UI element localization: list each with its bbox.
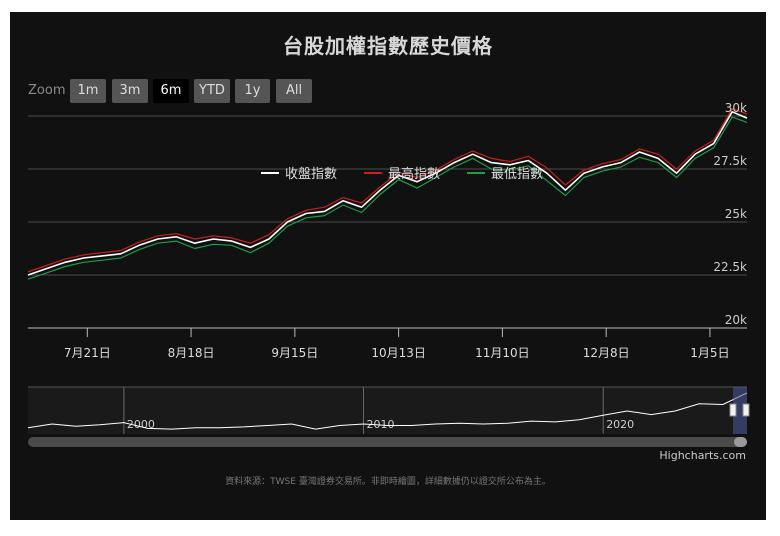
x-axis-ticks: 7月21日 8月18日 9月15日 10月13日 11月10日 12月8日 1月5日 <box>64 328 730 360</box>
navigator-year-label: 2020 <box>606 418 634 431</box>
source-note: 資料來源：TWSE 臺灣證券交易所。非即時繪圖，詳細數據仍以證交所公布為主。 <box>225 477 551 487</box>
x-tick-label: 8月18日 <box>168 346 215 360</box>
y-tick-label: 22.5k <box>713 260 747 274</box>
legend-item-low[interactable]: 最低指數 <box>491 167 543 182</box>
navigator-handle-left[interactable] <box>729 403 737 417</box>
navigator[interactable]: 2000 2010 2020 <box>27 386 750 447</box>
chart-container: 台股加權指數歷史價格 Zoom 1m 3m 6m YTD 1y All 20k 2… <box>10 12 766 520</box>
grid-lines <box>28 115 747 329</box>
legend: 收盤指數 最高指數 最低指數 <box>261 166 543 182</box>
scrollbar-track[interactable] <box>28 437 747 447</box>
x-tick-label: 9月15日 <box>271 346 318 360</box>
y-tick-label: 27.5k <box>713 154 747 168</box>
x-tick-label: 10月13日 <box>371 346 426 360</box>
x-tick-label: 7月21日 <box>64 346 111 360</box>
scrollbar-thumb[interactable] <box>734 437 747 447</box>
navigator-handle-right[interactable] <box>742 403 750 417</box>
y-tick-label: 30k <box>725 101 747 115</box>
legend-item-high[interactable]: 最高指數 <box>388 166 440 182</box>
x-tick-label: 1月5日 <box>690 346 729 360</box>
legend-item-close[interactable]: 收盤指數 <box>285 167 337 182</box>
series-lines <box>27 108 748 280</box>
chart-plot: 20k 22.5k 25k 27.5k 30k 7月21日 8月18日 9月15日 10月13… <box>27 101 750 447</box>
credits-link[interactable]: Highcharts.com <box>659 449 746 462</box>
y-tick-label: 20k <box>725 313 747 327</box>
x-tick-label: 11月10日 <box>475 346 530 360</box>
y-tick-label: 25k <box>725 207 747 221</box>
x-tick-label: 12月8日 <box>583 346 630 360</box>
series-line-low <box>27 116 748 280</box>
